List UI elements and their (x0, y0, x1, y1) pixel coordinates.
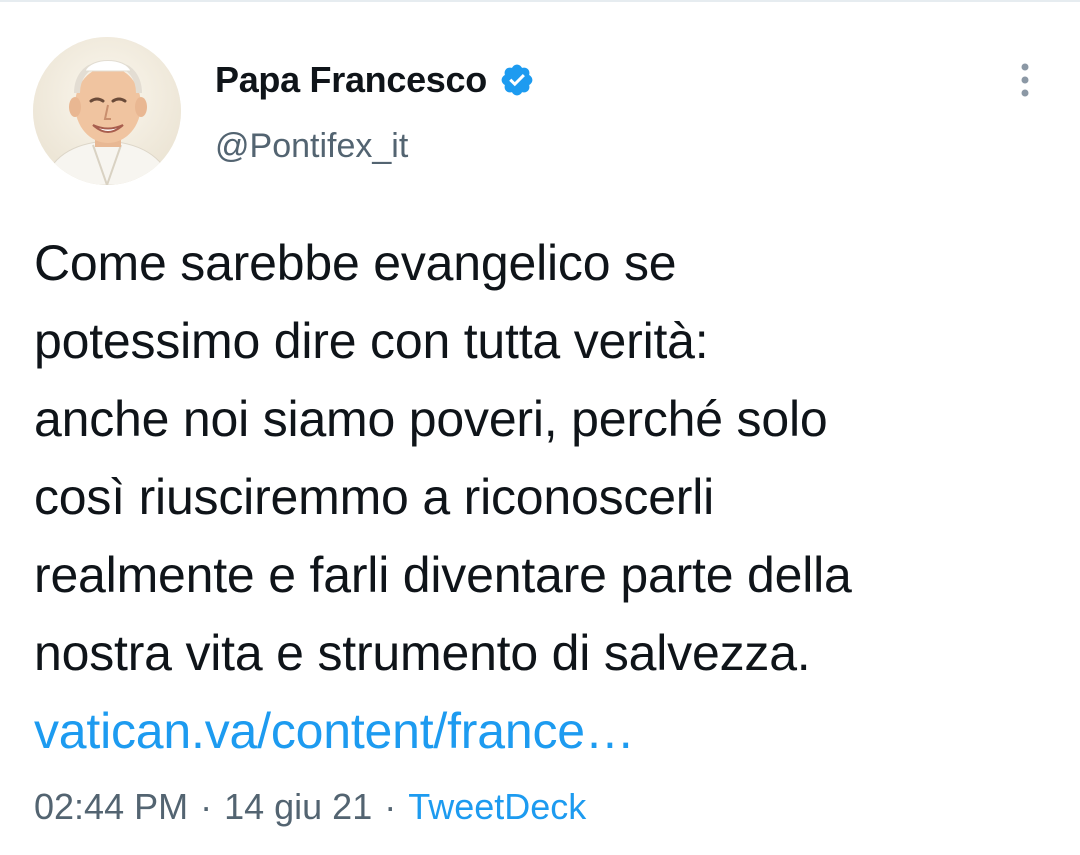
verified-badge-icon (499, 62, 535, 98)
tweet-meta: 02:44 PM · 14 giu 21 · TweetDeck (34, 786, 586, 828)
tweet-text-line: nostra vita e strumento di salvezza. (34, 625, 811, 681)
tweet-text: Come sarebbe evangelico se potessimo dir… (34, 224, 1054, 770)
tweet-text-line: così riusciremmo a riconoscerli (34, 469, 715, 525)
tweet-date[interactable]: 14 giu 21 (224, 786, 372, 828)
tweet-text-line: realmente e farli diventare parte della (34, 547, 852, 603)
avatar[interactable] (33, 37, 181, 185)
tweet-source-link[interactable]: TweetDeck (408, 786, 586, 828)
author-handle[interactable]: @Pontifex_it (215, 127, 408, 166)
tweet-link[interactable]: vatican.va/content/france… (34, 692, 1054, 770)
avatar-image (33, 37, 181, 185)
tweet-time[interactable]: 02:44 PM (34, 786, 188, 828)
author-display-name[interactable]: Papa Francesco (215, 59, 487, 101)
author-name-row: Papa Francesco (215, 55, 535, 105)
meta-separator: · (384, 786, 397, 827)
tweet-text-line: potessimo dire con tutta verità: (34, 313, 709, 369)
more-vertical-icon[interactable] (1005, 60, 1045, 100)
meta-separator: · (200, 786, 213, 827)
tweet-text-line: anche noi siamo poveri, perché solo (34, 391, 828, 447)
top-divider (0, 0, 1080, 2)
tweet-text-line: Come sarebbe evangelico se (34, 235, 677, 291)
